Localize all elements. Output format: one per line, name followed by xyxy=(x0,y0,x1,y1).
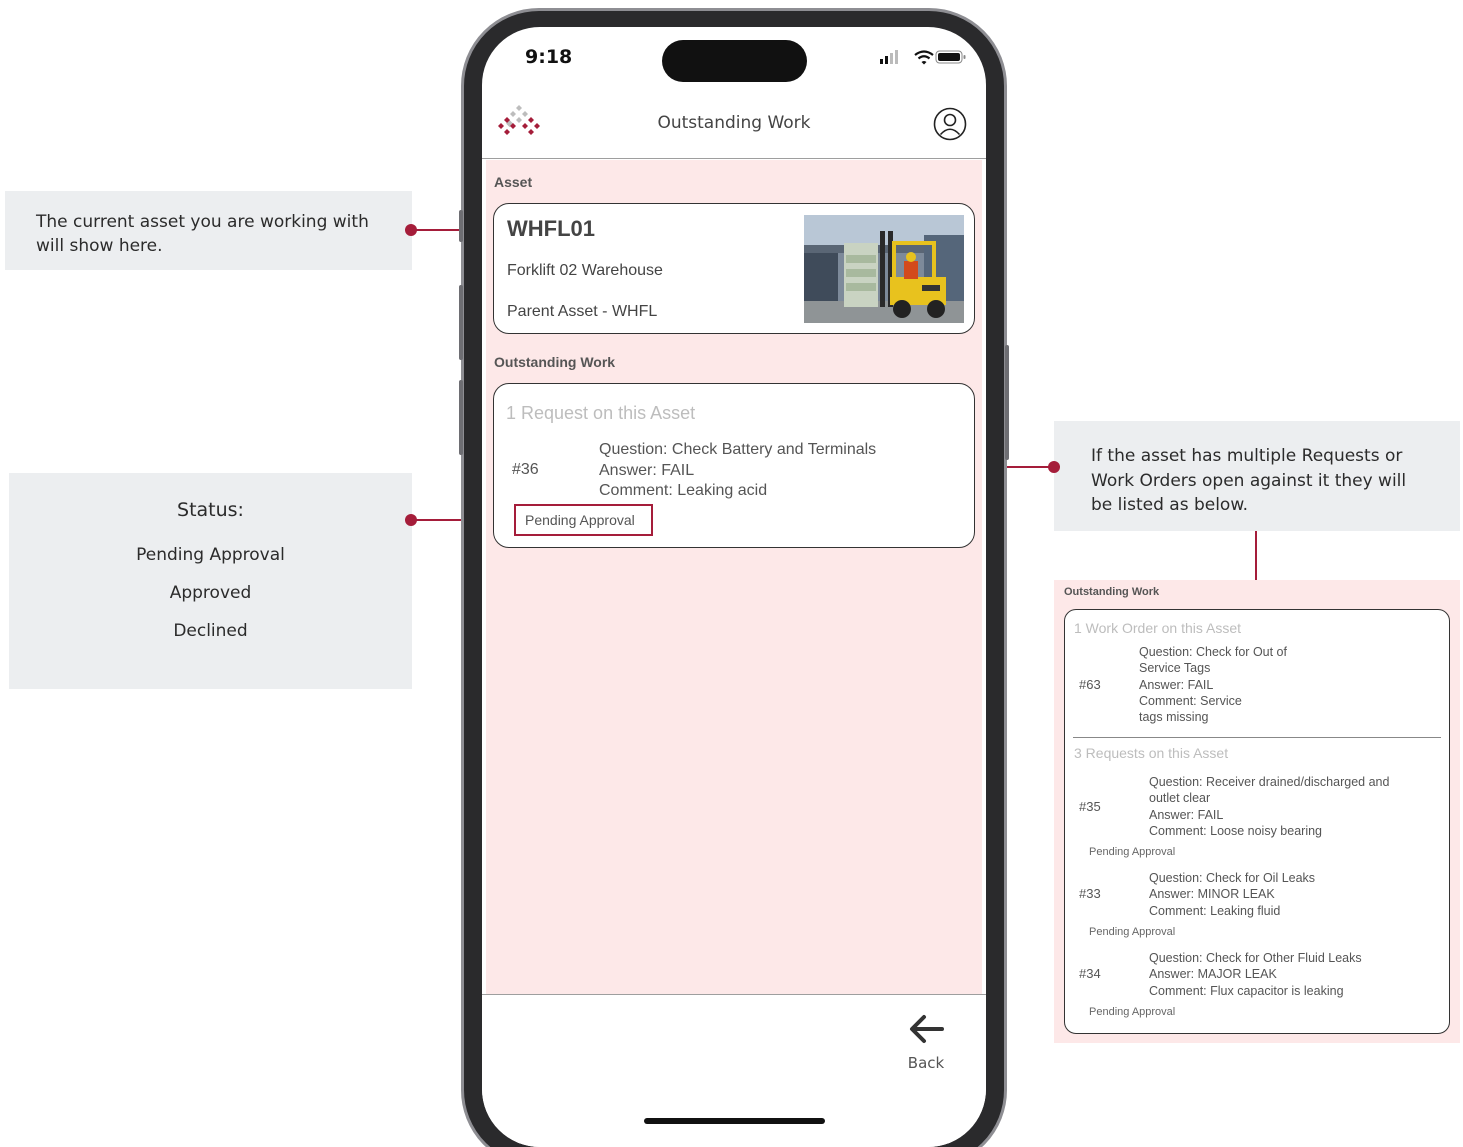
status-option: Declined xyxy=(173,621,248,641)
work-order-answer: Answer: FAIL xyxy=(1139,677,1214,692)
status-callout-dot xyxy=(405,514,417,526)
status-callout: Status: Pending Approval Approved Declin… xyxy=(9,473,412,689)
asset-card[interactable]: WHFL01 Forklift 02 Warehouse Parent Asse… xyxy=(493,203,975,334)
example-divider xyxy=(1073,737,1441,738)
request-answer: Answer: MINOR LEAK xyxy=(1149,887,1275,902)
request-question: Question: Check for Oil Leaks xyxy=(1149,871,1316,885)
multiple-callout-line: Work Orders open against it they will xyxy=(1091,470,1407,491)
requests-heading: 3 Requests on this Asset xyxy=(1074,745,1229,761)
outstanding-work-card[interactable]: 1 Request on this Asset #36 Question: Ch… xyxy=(493,383,975,548)
back-button-label: Back xyxy=(907,1054,945,1072)
multiple-callout-line: be listed as below. xyxy=(1091,495,1249,515)
example-outstanding-card: 1 Work Order on this Asset #63 Question:… xyxy=(1064,609,1450,1034)
asset-callout-line: The current asset you are working with xyxy=(36,212,369,232)
example-connector xyxy=(1255,531,1257,580)
request-comment: Comment: Leaking acid xyxy=(599,482,768,499)
asset-parent: Parent Asset - WHFL xyxy=(507,303,658,320)
request-number: #34 xyxy=(1079,966,1101,981)
asset-description: Forklift 02 Warehouse xyxy=(507,262,663,279)
work-order-details: Question: Check for Out of Service Tags … xyxy=(1139,644,1287,725)
multiple-callout-dot xyxy=(1048,461,1060,473)
multiple-items-callout: If the asset has multiple Requests or Wo… xyxy=(1054,421,1460,531)
dynamic-island xyxy=(662,40,807,82)
work-order-comment: Comment: Service xyxy=(1139,693,1242,708)
request-answer: Answer: FAIL xyxy=(1149,807,1224,822)
asset-photo xyxy=(804,215,964,323)
asset-callout-dot xyxy=(405,224,417,236)
request-question: Question: Check Battery and Terminals xyxy=(599,441,877,458)
request-status-badge: Pending Approval xyxy=(1089,926,1176,938)
page-title: Outstanding Work xyxy=(657,113,811,133)
asset-id: WHFL01 xyxy=(507,216,595,241)
user-profile-icon[interactable] xyxy=(933,107,967,141)
request-number: #36 xyxy=(512,461,539,478)
phone-side-button xyxy=(459,210,463,242)
status-callout-title: Status: xyxy=(177,499,244,521)
app-header: Outstanding Work xyxy=(482,97,986,159)
request-details: Question: Receiver drained/discharged an… xyxy=(1149,774,1389,839)
wifi-icon xyxy=(914,50,934,65)
request-comment: Comment: Leaking fluid xyxy=(1149,903,1281,918)
phone-screen: 9:18 Outstanding Work Asset WHFL01 Forkl… xyxy=(482,27,986,1147)
asset-section-label: Asset xyxy=(494,174,533,190)
example-panel: Outstanding Work 1 Work Order on this As… xyxy=(1054,580,1460,1043)
request-comment: Comment: Loose noisy bearing xyxy=(1149,823,1323,838)
asset-callout-line: will show here. xyxy=(36,236,163,256)
example-section-label: Outstanding Work xyxy=(1064,586,1160,598)
phone-side-button xyxy=(1005,345,1009,460)
request-status-badge: Pending Approval xyxy=(1089,1006,1176,1018)
work-order-question: Service Tags xyxy=(1139,661,1211,676)
back-button[interactable]: Back xyxy=(900,1013,952,1075)
asset-callout: The current asset you are working with w… xyxy=(5,191,412,270)
work-orders-heading: 1 Work Order on this Asset xyxy=(1074,620,1242,636)
request-question: Question: Check for Other Fluid Leaks xyxy=(1149,951,1362,965)
request-comment: Comment: Flux capacitor is leaking xyxy=(1149,983,1344,998)
request-details: Question: Check for Oil Leaks Answer: MI… xyxy=(1149,870,1315,919)
phone-side-button xyxy=(459,285,463,360)
requests-count-heading: 1 Request on this Asset xyxy=(506,403,696,423)
outstanding-section-label: Outstanding Work xyxy=(494,354,616,370)
status-option: Pending Approval xyxy=(136,545,285,565)
multiple-callout-line: If the asset has multiple Requests or xyxy=(1091,446,1403,466)
request-question: Question: Receiver drained/discharged an… xyxy=(1149,775,1390,789)
status-option: Approved xyxy=(169,583,252,603)
status-bar-time: 9:18 xyxy=(525,46,573,68)
work-order-question: Question: Check for Out of xyxy=(1139,645,1287,659)
signal-icon xyxy=(880,50,898,64)
arrow-left-icon xyxy=(910,1015,944,1043)
multiple-callout-connector xyxy=(1007,466,1054,468)
request-answer: Answer: FAIL xyxy=(599,461,695,479)
work-order-comment: tags missing xyxy=(1139,710,1209,725)
request-status-badge: Pending Approval xyxy=(514,504,653,536)
request-number: #35 xyxy=(1079,799,1101,814)
home-indicator xyxy=(644,1118,825,1124)
request-number: #33 xyxy=(1079,886,1101,901)
status-bar-icons xyxy=(880,50,966,65)
phone-side-button xyxy=(459,380,463,455)
work-order-number: #63 xyxy=(1079,677,1101,692)
request-details: Question: Check Battery and Terminals An… xyxy=(599,440,876,502)
request-answer: Answer: MAJOR LEAK xyxy=(1149,967,1277,982)
main-content: Asset WHFL01 Forklift 02 Warehouse Paren… xyxy=(486,160,982,995)
bottom-nav: Back xyxy=(482,994,986,1147)
request-details: Question: Check for Other Fluid Leaks An… xyxy=(1149,950,1362,999)
request-status-badge: Pending Approval xyxy=(1089,846,1176,858)
battery-icon xyxy=(935,50,966,64)
request-question: outlet clear xyxy=(1149,791,1211,806)
